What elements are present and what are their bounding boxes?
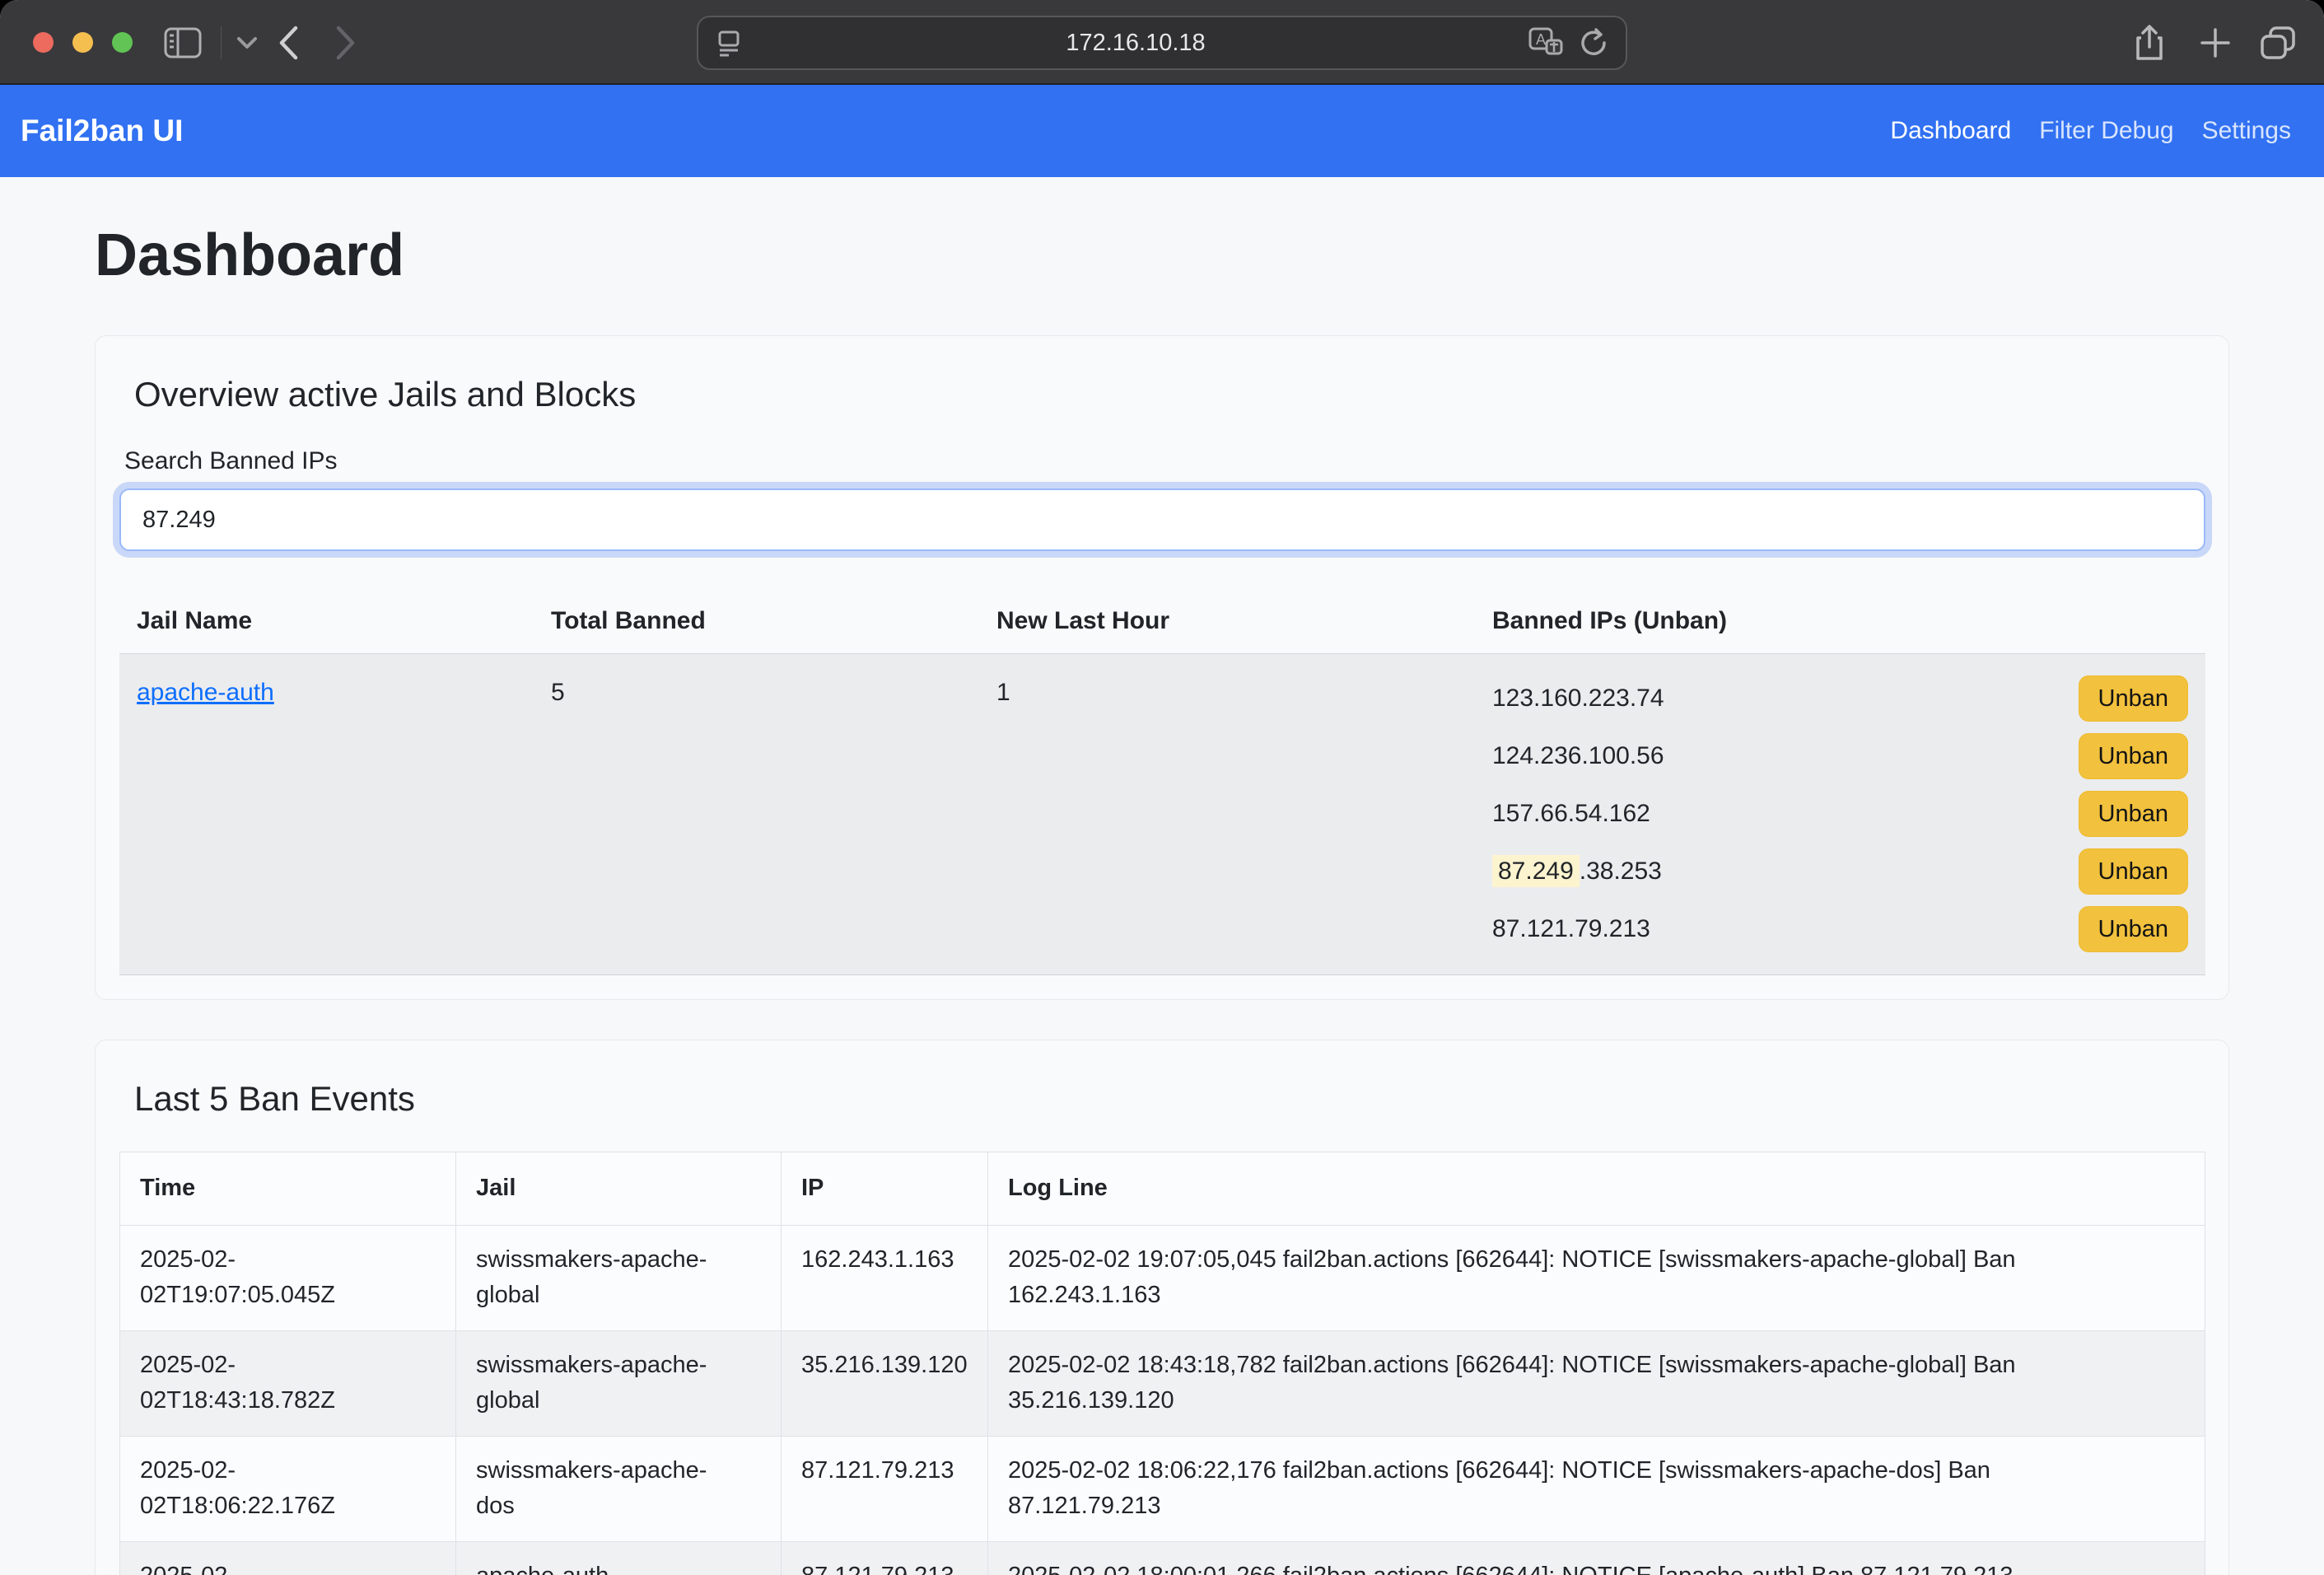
search-banned-ips-input[interactable] xyxy=(119,488,2205,551)
back-button[interactable] xyxy=(264,0,313,85)
banned-ip-address: 157.66.54.162 xyxy=(1492,800,1650,828)
share-button[interactable] xyxy=(2125,0,2174,85)
event-ip: 87.121.79.213 xyxy=(801,1559,968,1575)
event-row: 2025-02-02T18:43:18.782Z swissmakers-apa… xyxy=(120,1330,2205,1436)
event-time: 2025-02-02T18:00:01.266Z xyxy=(140,1559,412,1575)
nav-link-filter-debug[interactable]: Filter Debug xyxy=(2039,117,2173,145)
page-content: Dashboard Overview active Jails and Bloc… xyxy=(0,222,2324,1575)
address-bar[interactable]: 172.16.10.18 A xyxy=(697,16,1627,70)
banned-ip-row: 87.249.38.253 Unban xyxy=(1492,843,2188,900)
page-title: Dashboard xyxy=(95,222,2229,289)
jail-row: apache-auth 5 1 123.160.223.74 Unban 124… xyxy=(119,654,2205,975)
unban-button[interactable]: Unban xyxy=(2079,733,2188,779)
zoom-window-button[interactable] xyxy=(112,32,133,53)
overview-card: Overview active Jails and Blocks Search … xyxy=(95,335,2229,1000)
browser-window: 172.16.10.18 A xyxy=(0,0,2324,1575)
forward-button[interactable] xyxy=(321,0,371,85)
banned-ip-address: 87.121.79.213 xyxy=(1492,915,1650,943)
share-icon xyxy=(2135,24,2164,62)
tab-overview-button[interactable] xyxy=(2253,0,2303,85)
ip-text: 87.121.79.213 xyxy=(1492,915,1650,942)
unban-button[interactable]: Unban xyxy=(2079,848,2188,895)
col-header-jail: Jail xyxy=(456,1152,782,1226)
translate-icon[interactable]: A xyxy=(1528,27,1563,58)
nav-link-dashboard[interactable]: Dashboard xyxy=(1890,117,2011,145)
ip-text: 123.160.223.74 xyxy=(1492,685,1664,712)
banned-ip-address: 123.160.223.74 xyxy=(1492,685,1664,713)
url-text: 172.16.10.18 xyxy=(743,30,1528,57)
events-header-row: Time Jail IP Log Line xyxy=(120,1152,2205,1226)
col-header-log-line: Log Line xyxy=(988,1152,2205,1226)
col-header-time: Time xyxy=(120,1152,456,1226)
plus-icon xyxy=(2199,26,2232,59)
event-log-line: 2025-02-02 19:07:05,045 fail2ban.actions… xyxy=(1008,1242,2146,1314)
event-time: 2025-02-02T18:43:18.782Z xyxy=(140,1348,412,1419)
ip-highlight: 87.249 xyxy=(1492,855,1580,887)
banned-ips-list: 123.160.223.74 Unban 124.236.100.56 Unba… xyxy=(1475,654,2205,974)
new-tab-button[interactable] xyxy=(2191,0,2240,85)
new-last-hour-value: 1 xyxy=(979,654,1475,974)
event-ip: 35.216.139.120 xyxy=(801,1348,968,1384)
unban-button[interactable]: Unban xyxy=(2079,791,2188,837)
overview-card-title: Overview active Jails and Blocks xyxy=(134,375,2205,414)
minimize-window-button[interactable] xyxy=(72,32,93,53)
event-row: 2025-02-02T18:06:22.176Z swissmakers-apa… xyxy=(120,1436,2205,1541)
event-log-line: 2025-02-02 18:06:22,176 fail2ban.actions… xyxy=(1008,1453,2146,1525)
jail-name-link[interactable]: apache-auth xyxy=(137,679,274,706)
event-jail: swissmakers-apache-global xyxy=(476,1242,740,1314)
traffic-lights xyxy=(33,32,133,53)
col-header-banned-ips: Banned IPs (Unban) xyxy=(1475,589,2205,653)
event-row: 2025-02-02T18:00:01.266Z apache-auth 87.… xyxy=(120,1541,2205,1575)
app-brand[interactable]: Fail2ban UI xyxy=(21,114,183,148)
jails-table: Jail Name Total Banned New Last Hour Ban… xyxy=(119,589,2205,975)
sidebar-icon xyxy=(164,27,202,58)
col-header-total-banned: Total Banned xyxy=(534,589,979,653)
event-jail: swissmakers-apache-dos xyxy=(476,1453,740,1525)
banned-ip-address: 124.236.100.56 xyxy=(1492,742,1664,770)
unban-button[interactable]: Unban xyxy=(2079,675,2188,722)
close-window-button[interactable] xyxy=(33,32,54,53)
event-jail: apache-auth xyxy=(476,1559,740,1575)
site-settings-icon[interactable] xyxy=(715,29,743,57)
ip-text: 157.66.54.162 xyxy=(1492,800,1650,827)
svg-text:A: A xyxy=(1536,31,1546,48)
banned-ip-row: 87.121.79.213 Unban xyxy=(1492,900,2188,958)
chevron-down-icon xyxy=(236,36,258,49)
banned-ip-address: 87.249.38.253 xyxy=(1492,858,1662,886)
tabs-icon xyxy=(2259,25,2297,61)
unban-button[interactable]: Unban xyxy=(2079,906,2188,952)
ban-events-card: Last 5 Ban Events Time Jail IP Log Line … xyxy=(95,1040,2229,1575)
col-header-ip: IP xyxy=(782,1152,988,1226)
event-log-line: 2025-02-02 18:00:01,266 fail2ban.actions… xyxy=(1008,1559,2146,1575)
search-banned-ips-label: Search Banned IPs xyxy=(124,447,2205,475)
col-header-jail-name: Jail Name xyxy=(119,589,534,653)
ip-text: 124.236.100.56 xyxy=(1492,742,1664,769)
col-header-new-last-hour: New Last Hour xyxy=(979,589,1475,653)
app-navbar: Fail2ban UI Dashboard Filter Debug Setti… xyxy=(0,85,2324,177)
banned-ip-row: 124.236.100.56 Unban xyxy=(1492,727,2188,785)
event-time: 2025-02-02T19:07:05.045Z xyxy=(140,1242,412,1314)
total-banned-value: 5 xyxy=(534,654,979,974)
ip-rest: .38.253 xyxy=(1580,858,1662,885)
titlebar-divider xyxy=(221,26,222,59)
browser-titlebar: 172.16.10.18 A xyxy=(0,0,2324,85)
forward-chevron-icon xyxy=(335,26,357,60)
ban-events-table: Time Jail IP Log Line 2025-02-02T19:07:0… xyxy=(119,1152,2205,1575)
event-time: 2025-02-02T18:06:22.176Z xyxy=(140,1453,412,1525)
jails-table-header: Jail Name Total Banned New Last Hour Ban… xyxy=(119,589,2205,654)
nav-link-settings[interactable]: Settings xyxy=(2202,117,2291,145)
banned-ip-row: 123.160.223.74 Unban xyxy=(1492,670,2188,727)
event-row: 2025-02-02T19:07:05.045Z swissmakers-apa… xyxy=(120,1225,2205,1330)
event-ip: 162.243.1.163 xyxy=(801,1242,968,1278)
back-chevron-icon xyxy=(278,26,299,60)
sidebar-menu-button[interactable] xyxy=(231,0,264,85)
banned-ip-row: 157.66.54.162 Unban xyxy=(1492,785,2188,843)
ban-events-card-title: Last 5 Ban Events xyxy=(134,1079,2205,1119)
event-log-line: 2025-02-02 18:43:18,782 fail2ban.actions… xyxy=(1008,1348,2146,1419)
event-jail: swissmakers-apache-global xyxy=(476,1348,740,1419)
sidebar-toggle-button[interactable] xyxy=(161,0,204,85)
event-ip: 87.121.79.213 xyxy=(801,1453,968,1489)
reload-icon[interactable] xyxy=(1578,26,1609,59)
